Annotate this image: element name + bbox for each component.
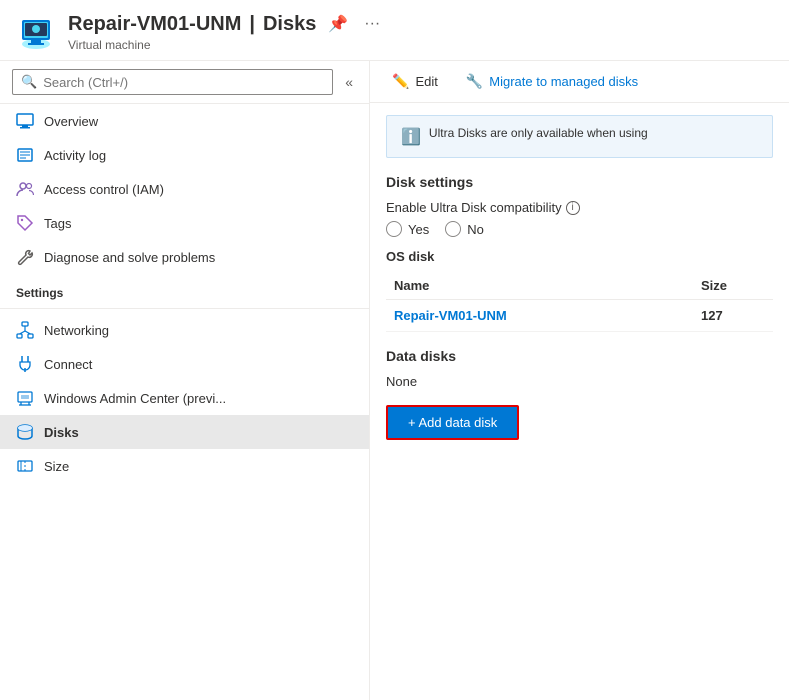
disk-icon <box>16 423 34 441</box>
header-text-group: Repair-VM01-UNM | Disks 📌 ··· Virtual ma… <box>68 12 384 52</box>
migrate-button[interactable]: 🔧 Migrate to managed disks <box>460 69 644 94</box>
radio-yes-label: Yes <box>408 222 429 237</box>
vm-icon <box>16 12 56 52</box>
pin-button[interactable]: 📌 <box>324 12 352 36</box>
os-disk-row: Repair-VM01-UNM 127 <box>386 300 773 332</box>
sidebar-item-access-control-label: Access control (IAM) <box>44 182 164 197</box>
edit-button[interactable]: ✏️ Edit <box>386 69 444 94</box>
ultra-disk-info-icon[interactable]: i <box>566 201 580 215</box>
search-container: 🔍 « <box>0 61 369 104</box>
radio-option-no[interactable]: No <box>445 221 484 237</box>
sidebar-item-windows-admin-label: Windows Admin Center (previ... <box>44 391 226 406</box>
radio-no-circle <box>445 221 461 237</box>
sidebar-item-tags-label: Tags <box>44 216 71 231</box>
ultra-disk-radio-group: Yes No <box>386 221 773 237</box>
vm-subtitle: Virtual machine <box>68 38 384 52</box>
col-name-header: Name <box>386 278 693 293</box>
sidebar-item-connect-label: Connect <box>44 357 92 372</box>
info-banner: ℹ️ Ultra Disks are only available when u… <box>386 115 773 158</box>
radio-yes-circle <box>386 221 402 237</box>
sidebar-item-connect[interactable]: Connect <box>0 347 369 381</box>
sidebar-nav: Overview Activity log Access control (IA… <box>0 104 369 700</box>
sidebar-item-diagnose-label: Diagnose and solve problems <box>44 250 215 265</box>
plug-icon <box>16 355 34 373</box>
sidebar-item-size[interactable]: Size <box>0 449 369 483</box>
tag-icon <box>16 214 34 232</box>
page-title: Repair-VM01-UNM | Disks 📌 ··· <box>68 12 384 36</box>
sidebar-item-networking[interactable]: Networking <box>0 313 369 347</box>
sidebar-item-access-control[interactable]: Access control (IAM) <box>0 172 369 206</box>
sidebar-item-disks-label: Disks <box>44 425 79 440</box>
admin-icon <box>16 389 34 407</box>
radio-option-yes[interactable]: Yes <box>386 221 429 237</box>
col-size-header: Size <box>693 278 773 293</box>
os-disk-link[interactable]: Repair-VM01-UNM <box>394 308 507 323</box>
content-toolbar: ✏️ Edit 🔧 Migrate to managed disks <box>370 61 789 103</box>
sidebar-item-diagnose[interactable]: Diagnose and solve problems <box>0 240 369 274</box>
sidebar-item-networking-label: Networking <box>44 323 109 338</box>
os-disk-title: OS disk <box>386 249 773 264</box>
page-header: Repair-VM01-UNM | Disks 📌 ··· Virtual ma… <box>0 0 789 61</box>
edit-icon: ✏️ <box>392 73 409 90</box>
sidebar-item-tags[interactable]: Tags <box>0 206 369 240</box>
add-data-disk-button[interactable]: + Add data disk <box>386 405 519 440</box>
sidebar-item-overview[interactable]: Overview <box>0 104 369 138</box>
list-icon <box>16 146 34 164</box>
vm-name-label: Repair-VM01-UNM <box>68 13 241 36</box>
sidebar: 🔍 « Overview Activity log <box>0 61 370 700</box>
data-disks-title: Data disks <box>386 348 773 364</box>
content-area: ✏️ Edit 🔧 Migrate to managed disks ℹ️ Ul… <box>370 61 789 700</box>
ultra-disk-label: Enable Ultra Disk compatibility i <box>386 200 773 215</box>
migrate-label: Migrate to managed disks <box>489 74 638 89</box>
migrate-icon: 🔧 <box>466 73 483 90</box>
add-data-disk-label: + Add data disk <box>408 415 497 430</box>
info-icon: ℹ️ <box>401 127 421 147</box>
section-label: Disks <box>263 13 316 36</box>
os-disk-name-cell: Repair-VM01-UNM <box>386 308 693 323</box>
settings-section-label: Settings <box>0 274 369 304</box>
search-icon: 🔍 <box>21 74 37 90</box>
sidebar-item-overview-label: Overview <box>44 114 98 129</box>
size-icon <box>16 457 34 475</box>
sidebar-item-disks[interactable]: Disks <box>0 415 369 449</box>
more-button[interactable]: ··· <box>360 13 384 35</box>
search-input[interactable] <box>43 75 324 90</box>
disk-settings-section: Disk settings Enable Ultra Disk compatib… <box>370 158 789 456</box>
os-disk-size-cell: 127 <box>693 308 773 323</box>
separator: | <box>249 13 255 36</box>
wrench-icon <box>16 248 34 266</box>
people-icon <box>16 180 34 198</box>
main-layout: 🔍 « Overview Activity log <box>0 61 789 700</box>
sidebar-item-activity-log-label: Activity log <box>44 148 106 163</box>
sidebar-item-size-label: Size <box>44 459 69 474</box>
network-icon <box>16 321 34 339</box>
radio-no-label: No <box>467 222 484 237</box>
os-disk-table-header: Name Size <box>386 272 773 300</box>
no-data-disks-text: None <box>386 374 773 389</box>
monitor-icon <box>16 112 34 130</box>
info-banner-text: Ultra Disks are only available when usin… <box>429 126 648 140</box>
sidebar-item-windows-admin[interactable]: Windows Admin Center (previ... <box>0 381 369 415</box>
disk-settings-title: Disk settings <box>386 174 773 190</box>
edit-label: Edit <box>415 74 437 89</box>
search-input-wrap[interactable]: 🔍 <box>12 69 333 95</box>
sidebar-item-activity-log[interactable]: Activity log <box>0 138 369 172</box>
settings-divider <box>0 308 369 309</box>
collapse-sidebar-button[interactable]: « <box>341 70 357 94</box>
